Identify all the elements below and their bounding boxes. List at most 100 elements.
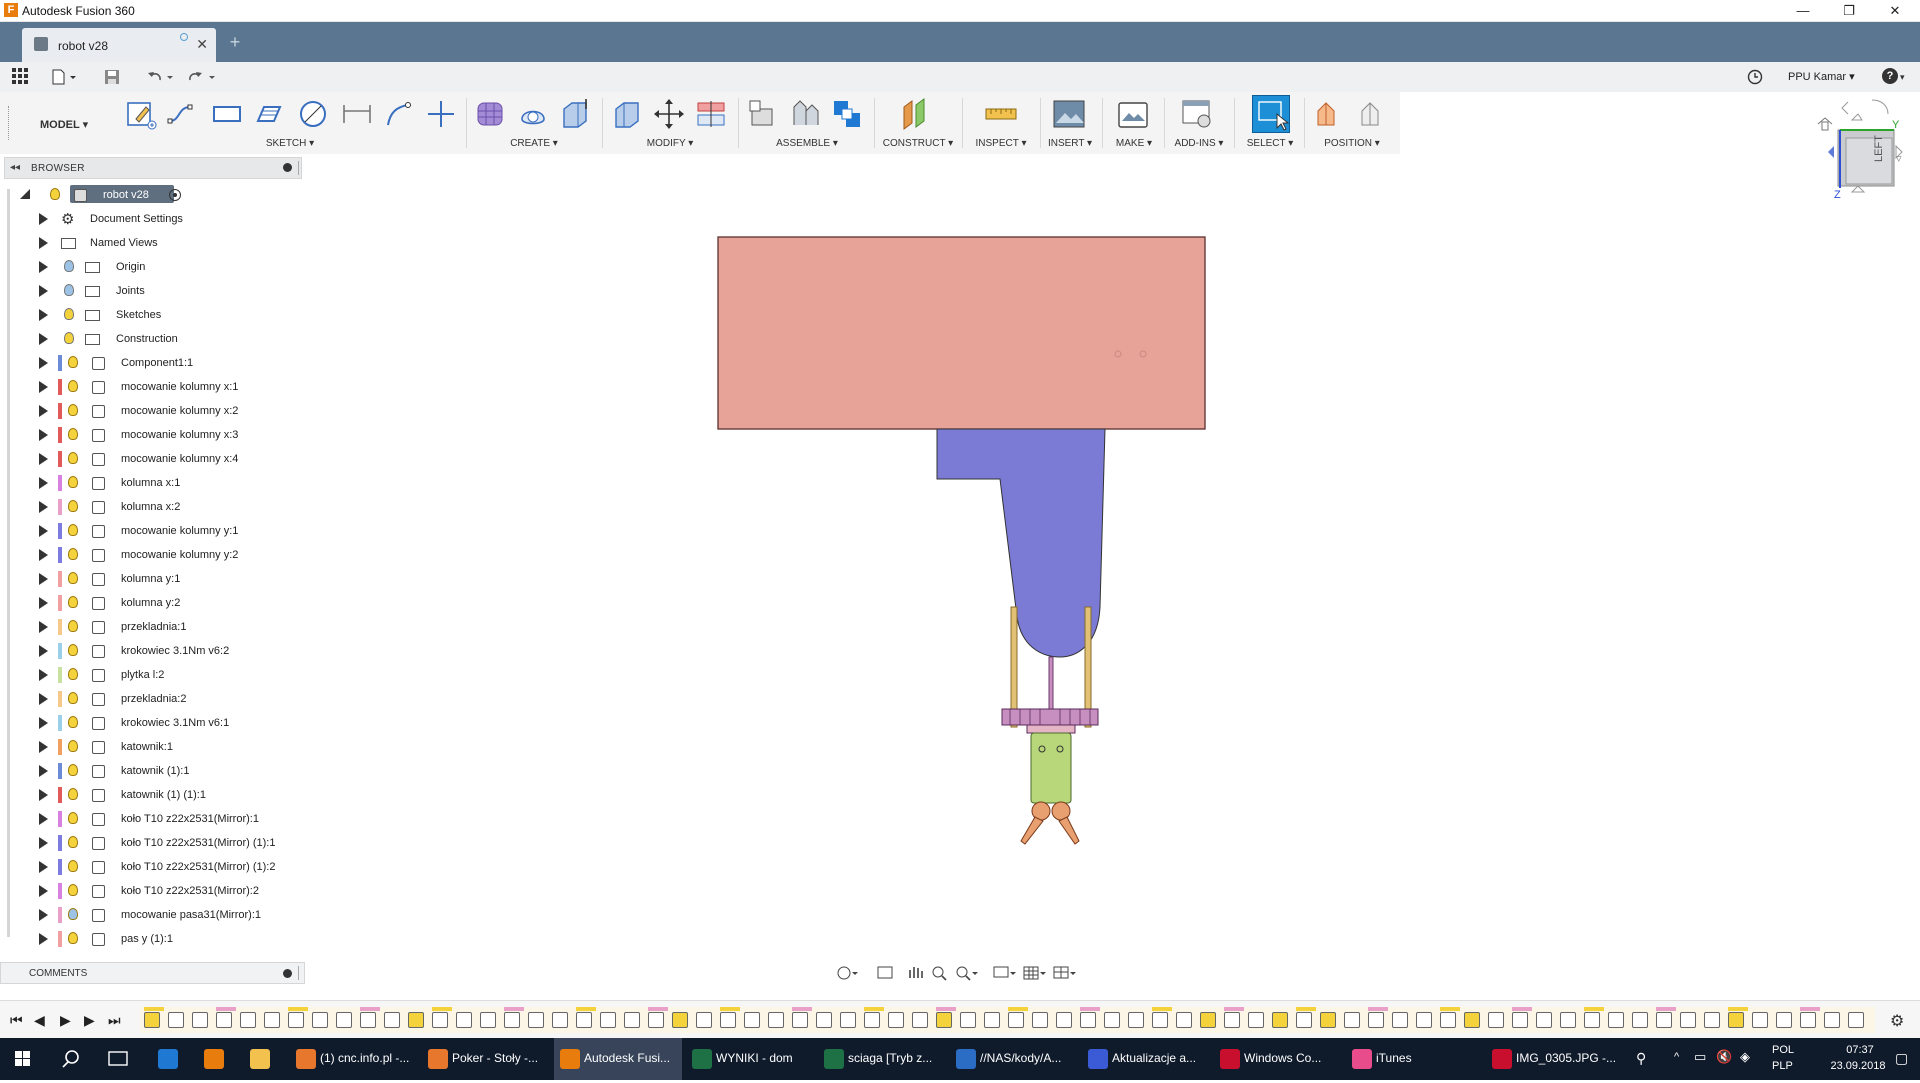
timeline-feature-icon[interactable] — [1416, 1012, 1432, 1028]
timeline-feature-icon[interactable] — [672, 1012, 688, 1028]
inspect-group-label[interactable]: INSPECT ▾ — [968, 138, 1034, 149]
visibility-bulb-icon[interactable] — [68, 668, 78, 680]
browser-tree-item[interactable]: koło T10 z22x2531(Mirror):2 — [0, 879, 300, 903]
visibility-bulb-icon[interactable] — [68, 500, 78, 512]
timeline-feature-icon[interactable] — [480, 1012, 496, 1028]
browser-tree-item[interactable]: Component1:1 — [0, 351, 300, 375]
browser-tree-item[interactable]: koło T10 z22x2531(Mirror) (1):2 — [0, 855, 300, 879]
as-built-joint-tool-icon[interactable] — [830, 97, 864, 131]
browser-tree-item[interactable]: Construction — [0, 327, 300, 351]
workspace-switcher[interactable]: MODEL ▾ — [40, 118, 120, 136]
taskbar-app-button[interactable]: sciaga [Tryb z... — [818, 1038, 946, 1080]
clock-date[interactable]: 23.09.2018 — [1822, 1060, 1894, 1072]
browser-tree-item[interactable]: Origin — [0, 255, 300, 279]
expand-arrow-icon[interactable] — [39, 741, 48, 753]
people-icon[interactable]: ⚲ — [1636, 1050, 1646, 1067]
browser-tree-item[interactable]: katownik (1):1 — [0, 759, 300, 783]
timeline-step-back-icon[interactable]: ◀ — [34, 1012, 45, 1029]
timeline-feature-icon[interactable] — [1176, 1012, 1192, 1028]
taskbar-app-button[interactable]: //NAS/kody/A... — [950, 1038, 1078, 1080]
expand-arrow-icon[interactable] — [39, 909, 48, 921]
timeline-feature-icon[interactable] — [1032, 1012, 1048, 1028]
timeline-feature-icon[interactable] — [216, 1012, 232, 1028]
undo-icon[interactable] — [146, 69, 174, 89]
offset-plane-tool-icon[interactable] — [898, 97, 932, 131]
expand-arrow-icon[interactable] — [39, 525, 48, 537]
timeline-feature-icon[interactable] — [432, 1012, 448, 1028]
timeline-track[interactable] — [140, 1007, 1875, 1033]
expand-arrow-icon[interactable] — [39, 693, 48, 705]
expand-arrow-icon[interactable] — [39, 405, 48, 417]
timeline-feature-icon[interactable] — [144, 1012, 160, 1028]
search-icon[interactable] — [52, 1038, 92, 1080]
constraint-tool-icon[interactable] — [424, 97, 458, 131]
browser-tree-item[interactable]: kolumna x:2 — [0, 495, 300, 519]
input-language-bottom[interactable]: PLP — [1772, 1060, 1793, 1072]
timeline-feature-icon[interactable] — [1224, 1012, 1240, 1028]
visibility-bulb-icon[interactable] — [64, 260, 74, 272]
expand-arrow-icon[interactable] — [39, 261, 48, 273]
visibility-bulb-icon[interactable] — [68, 908, 78, 920]
taskbar-app-button[interactable]: Autodesk Fusi... — [554, 1038, 682, 1080]
browser-tree-item[interactable]: mocowanie kolumny x:4 — [0, 447, 300, 471]
browser-tree-item[interactable]: mocowanie pasa31(Mirror):1 — [0, 903, 300, 927]
timeline-feature-icon[interactable] — [1200, 1012, 1216, 1028]
store-icon[interactable] — [148, 1038, 188, 1080]
timeline-feature-icon[interactable] — [1488, 1012, 1504, 1028]
expand-arrow-icon[interactable] — [39, 765, 48, 777]
browser-tree-item[interactable]: krokowiec 3.1Nm v6:1 — [0, 711, 300, 735]
timeline-feature-icon[interactable] — [600, 1012, 616, 1028]
taskbar-app-button[interactable]: IMG_0305.JPG -... — [1486, 1038, 1616, 1080]
timeline-feature-icon[interactable] — [1080, 1012, 1096, 1028]
taskbar-app-button[interactable]: WYNIKI - dom — [686, 1038, 814, 1080]
timeline-feature-icon[interactable] — [240, 1012, 256, 1028]
timeline-play-icon[interactable]: ▶ — [60, 1012, 71, 1029]
visibility-bulb-icon[interactable] — [50, 188, 60, 200]
expand-arrow-icon[interactable] — [39, 429, 48, 441]
visibility-bulb-icon[interactable] — [68, 884, 78, 896]
timeline-feature-icon[interactable] — [1656, 1012, 1672, 1028]
press-pull-tool-icon[interactable] — [610, 97, 644, 131]
measure-tool-icon[interactable] — [984, 97, 1018, 131]
timeline-feature-icon[interactable] — [1608, 1012, 1624, 1028]
timeline-feature-icon[interactable] — [768, 1012, 784, 1028]
help-icon[interactable]: ? — [1882, 68, 1898, 84]
3d-print-tool-icon[interactable] — [1116, 97, 1150, 131]
close-tab-button[interactable]: ✕ — [196, 36, 208, 53]
timeline-go-end-icon[interactable]: ⏭ — [108, 1012, 121, 1029]
sketch-group-label[interactable]: SKETCH ▾ — [250, 138, 330, 149]
browser-tree-item[interactable]: Sketches — [0, 303, 300, 327]
construct-group-label[interactable]: CONSTRUCT ▾ — [876, 138, 960, 149]
taskbar-app-button[interactable]: (1) cnc.info.pl -... — [290, 1038, 418, 1080]
document-tab[interactable]: robot v28 ✕ — [22, 28, 216, 62]
assemble-group-label[interactable]: ASSEMBLE ▾ — [762, 138, 852, 149]
expand-arrow-icon[interactable] — [39, 837, 48, 849]
timeline-feature-icon[interactable] — [288, 1012, 304, 1028]
timeline-feature-icon[interactable] — [624, 1012, 640, 1028]
timeline-feature-icon[interactable] — [1752, 1012, 1768, 1028]
browser-tree-item[interactable]: plytka l:2 — [0, 663, 300, 687]
timeline-feature-icon[interactable] — [960, 1012, 976, 1028]
visibility-bulb-icon[interactable] — [68, 428, 78, 440]
browser-tree-item[interactable]: mocowanie kolumny x:1 — [0, 375, 300, 399]
timeline-feature-icon[interactable] — [1800, 1012, 1816, 1028]
browser-tree-item[interactable]: kolumna x:1 — [0, 471, 300, 495]
visibility-bulb-icon[interactable] — [68, 380, 78, 392]
visibility-bulb-icon[interactable] — [64, 308, 74, 320]
expand-arrow-icon[interactable] — [39, 861, 48, 873]
timeline-feature-icon[interactable] — [744, 1012, 760, 1028]
select-tool-icon[interactable] — [1252, 95, 1290, 133]
browser-tree-item[interactable]: ⚙ Document Settings — [0, 207, 300, 231]
timeline-feature-icon[interactable] — [1704, 1012, 1720, 1028]
expand-arrow-icon[interactable] — [39, 285, 48, 297]
timeline-feature-icon[interactable] — [408, 1012, 424, 1028]
visibility-bulb-icon[interactable] — [68, 356, 78, 368]
timeline-feature-icon[interactable] — [1464, 1012, 1480, 1028]
expand-arrow-icon[interactable] — [39, 357, 48, 369]
make-group-label[interactable]: MAKE ▾ — [1106, 138, 1162, 149]
comments-resize-handle[interactable] — [298, 966, 299, 980]
revert-position-tool-icon[interactable] — [1354, 97, 1388, 131]
new-component-tool-icon[interactable] — [746, 97, 780, 131]
timeline-feature-icon[interactable] — [1056, 1012, 1072, 1028]
timeline-feature-icon[interactable] — [984, 1012, 1000, 1028]
